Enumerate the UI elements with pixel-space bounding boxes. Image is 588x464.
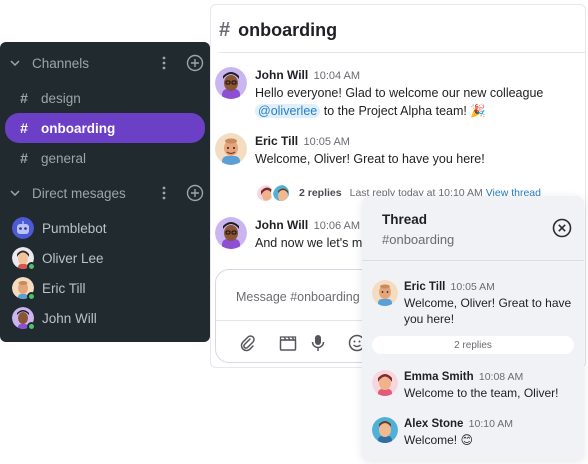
- chevron-down-icon[interactable]: [8, 190, 22, 196]
- channels-section-header[interactable]: Channels: [0, 48, 210, 78]
- close-thread-button[interactable]: [552, 218, 572, 238]
- channel-title: onboarding: [238, 20, 338, 40]
- message: John Will 10:04 AM Hello everyone! Glad …: [215, 67, 543, 120]
- message-text-part: to the Project Alpha team! 🎉: [320, 104, 486, 118]
- message-time: 10:06 AM: [313, 220, 361, 232]
- sidebar-dm-eric-till[interactable]: Eric Till: [12, 277, 86, 301]
- oliver-avatar: [12, 247, 36, 271]
- thread-panel: Thread #onboarding Eric Till 10:05 AM We…: [362, 196, 584, 460]
- message-text: Welcome to the team, Oliver!: [404, 386, 559, 400]
- author-name[interactable]: John Will: [255, 68, 308, 82]
- online-status-dot: [27, 292, 36, 301]
- eric-avatar: [12, 277, 36, 301]
- alex-avatar: [271, 183, 291, 203]
- channel-label: onboarding: [41, 120, 116, 136]
- message-text: Hello everyone! Glad to welcome our new …: [255, 84, 543, 102]
- message-time: 10:04 AM: [313, 70, 361, 82]
- eric-avatar[interactable]: [215, 133, 247, 165]
- add-direct-message-icon[interactable]: [186, 184, 204, 205]
- message-time: 10:05 AM: [450, 281, 495, 293]
- header-divider: [219, 52, 585, 53]
- add-channel-icon[interactable]: [186, 54, 204, 75]
- bot-avatar-icon: [12, 217, 34, 239]
- sidebar-dm-john-will[interactable]: John Will: [12, 307, 97, 331]
- sidebar: Channels # design # onboarding # general…: [0, 42, 210, 342]
- chevron-down-icon[interactable]: [8, 60, 22, 66]
- emma-avatar[interactable]: [372, 370, 398, 396]
- dm-label: Oliver Lee: [42, 250, 104, 266]
- message-text-line2: @oliverlee to the Project Alpha team! 🎉: [255, 102, 543, 120]
- gif-clapper-icon[interactable]: [277, 332, 299, 354]
- john-avatar[interactable]: [215, 217, 247, 249]
- thread-title: Thread: [382, 212, 428, 227]
- channels-section-label[interactable]: Channels: [32, 56, 89, 71]
- message: Eric Till 10:05 AM Welcome, Oliver! Grea…: [215, 133, 485, 168]
- user-mention[interactable]: @oliverlee: [255, 104, 321, 118]
- sidebar-dm-pumblebot[interactable]: Pumblebot: [12, 217, 107, 239]
- direct-messages-section-header[interactable]: Direct mesages: [0, 178, 210, 208]
- author-name[interactable]: Eric Till: [255, 134, 298, 148]
- alex-avatar[interactable]: [372, 417, 398, 443]
- composer-placeholder[interactable]: Message #onboarding: [236, 290, 360, 304]
- message-text: Welcome, Oliver! Great to have you here!: [404, 296, 572, 326]
- channel-header: # onboarding: [219, 19, 337, 42]
- more-options-icon[interactable]: [162, 56, 166, 73]
- attachment-icon[interactable]: [236, 332, 258, 354]
- close-icon: [552, 218, 572, 238]
- thread-reply-count: 2 replies: [372, 336, 574, 354]
- sidebar-channel-onboarding[interactable]: # onboarding: [5, 113, 205, 143]
- direct-messages-section-label[interactable]: Direct mesages: [32, 186, 126, 201]
- more-options-icon[interactable]: [162, 186, 166, 203]
- message-time: 10:10 AM: [468, 418, 514, 430]
- hash-icon: #: [20, 150, 28, 166]
- online-status-dot: [27, 322, 36, 331]
- channel-label: general: [41, 150, 87, 166]
- channel-label: design: [41, 90, 81, 106]
- microphone-icon[interactable]: [307, 332, 329, 354]
- author-name[interactable]: Eric Till: [404, 281, 445, 293]
- sidebar-channel-design[interactable]: # design: [5, 83, 205, 113]
- thread-divider: [362, 260, 584, 261]
- hash-icon: #: [20, 120, 28, 136]
- message-time: 10:08 AM: [478, 371, 524, 383]
- online-status-dot: [27, 262, 36, 271]
- sidebar-channel-general[interactable]: # general: [5, 143, 205, 173]
- author-name[interactable]: Emma Smith: [404, 371, 474, 383]
- dm-label: John Will: [42, 310, 97, 326]
- john-avatar: [12, 307, 36, 331]
- message-time: 10:05 AM: [303, 136, 350, 148]
- eric-avatar[interactable]: [372, 280, 398, 306]
- message: John Will 10:06 AM And now we let's me: [215, 217, 369, 252]
- dm-label: Pumblebot: [42, 220, 107, 236]
- thread-channel: #onboarding: [382, 232, 455, 247]
- hash-icon: #: [20, 90, 28, 106]
- sidebar-dm-oliver-lee[interactable]: Oliver Lee: [12, 247, 104, 271]
- message-text: And now we let's me: [255, 236, 370, 250]
- message-text: Welcome, Oliver! Great to have you here!: [255, 152, 485, 166]
- author-name[interactable]: John Will: [255, 218, 308, 232]
- dm-label: Eric Till: [42, 280, 86, 296]
- thread-reply: Emma Smith 10:08 AM Welcome to the team,…: [372, 370, 576, 401]
- hash-icon: #: [219, 19, 231, 41]
- thread-reply: Alex Stone 10:10 AM Welcome! 😊: [372, 417, 576, 448]
- author-name[interactable]: Alex Stone: [404, 418, 463, 430]
- message-text-part: Hello everyone! Glad to welcome our new …: [255, 86, 544, 100]
- john-avatar[interactable]: [215, 67, 247, 99]
- thread-parent-message: Eric Till 10:05 AM Welcome, Oliver! Grea…: [372, 280, 576, 327]
- message-text: Welcome! 😊: [404, 433, 473, 447]
- reply-count[interactable]: 2 replies: [299, 187, 342, 199]
